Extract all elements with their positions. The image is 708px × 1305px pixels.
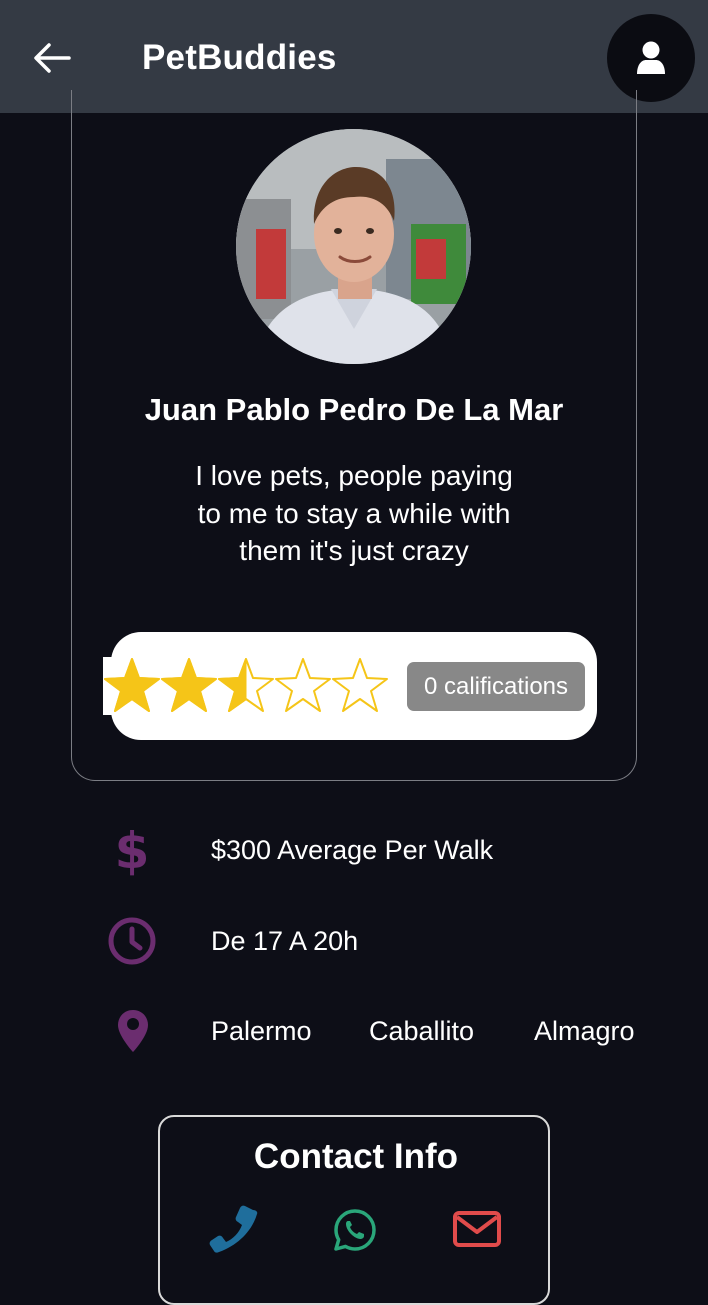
user-icon <box>637 41 665 74</box>
envelope-icon <box>453 1211 501 1247</box>
ratings-count-badge: 0 califications <box>407 662 585 711</box>
map-pin-icon <box>116 1008 150 1054</box>
whatsapp-icon <box>334 1209 376 1251</box>
zone-palermo: Palermo <box>211 1016 312 1046</box>
star-icon <box>218 658 274 712</box>
svg-text:$: $ <box>115 822 150 876</box>
avatar <box>236 129 471 364</box>
dollar-icon: $ <box>110 822 154 876</box>
arrow-left-icon <box>34 43 71 73</box>
app-title: PetBuddies <box>142 38 337 77</box>
walker-name: Juan Pablo Pedro De La Mar <box>144 392 564 427</box>
back-button[interactable] <box>30 36 74 80</box>
whatsapp-button[interactable] <box>332 1207 378 1253</box>
clock-icon <box>107 916 157 966</box>
phone-icon <box>209 1205 258 1253</box>
walker-bio: I love pets, people paying to me to stay… <box>195 460 513 566</box>
zone-almagro: Almagro <box>534 1016 635 1046</box>
star-icon <box>104 658 160 712</box>
contact-info-panel: Contact Info <box>158 1115 550 1305</box>
star-icon <box>161 658 217 712</box>
price-text: $300 Average Per Walk <box>211 835 494 865</box>
schedule-text: De 17 A 20h <box>211 926 359 956</box>
contact-info-title: Contact Info <box>253 1137 459 1176</box>
star-rating <box>104 655 389 717</box>
zone-caballito: Caballito <box>369 1016 475 1046</box>
star-icon <box>275 658 331 712</box>
email-button[interactable] <box>452 1209 502 1249</box>
star-icon <box>332 658 388 712</box>
user-profile-button[interactable] <box>607 14 695 102</box>
phone-button[interactable] <box>208 1203 260 1255</box>
